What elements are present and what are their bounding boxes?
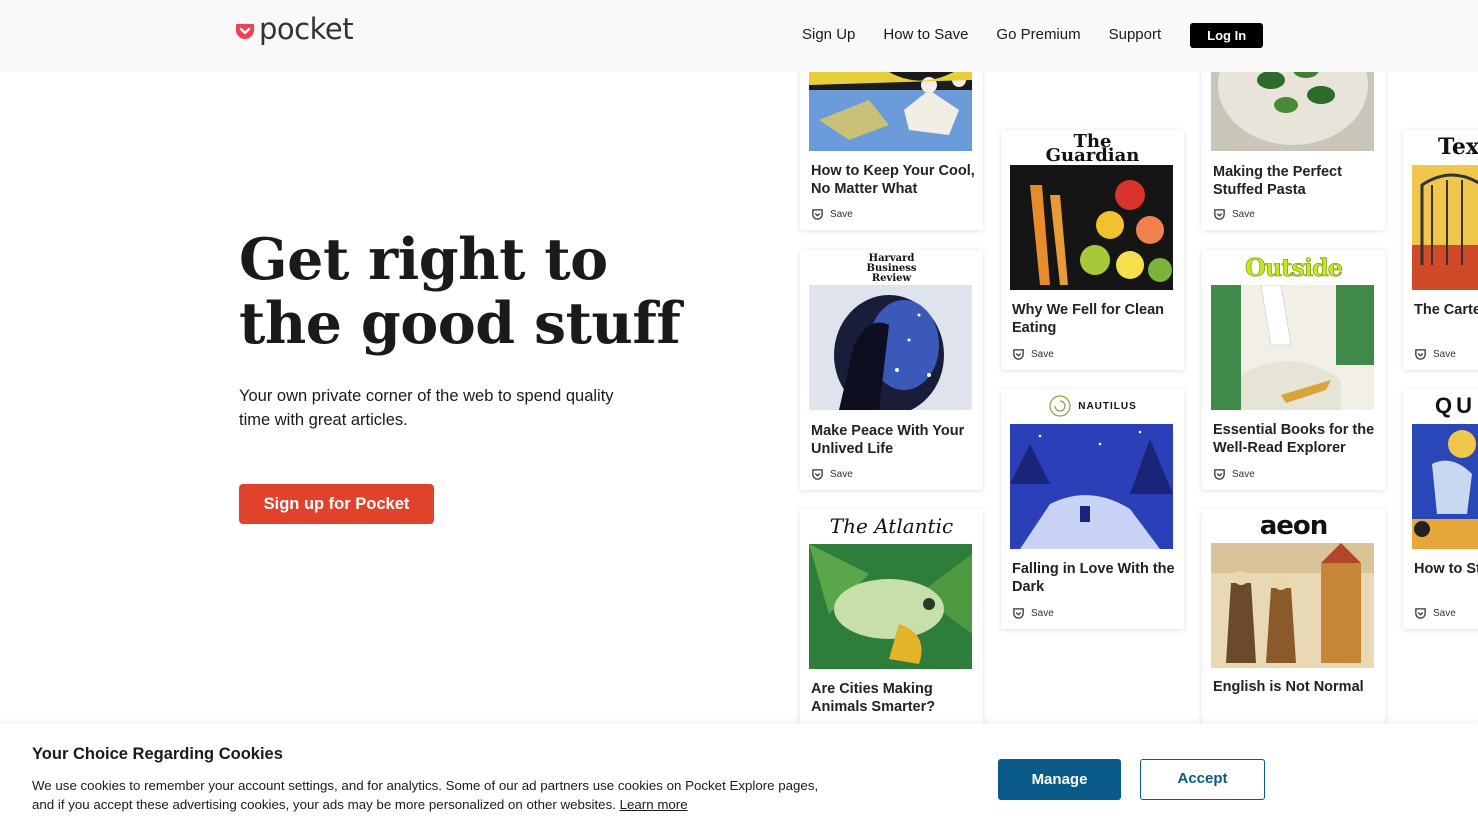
publication-name: NAUTILUS xyxy=(1078,400,1137,412)
article-card[interactable]: aeon English is Not Normal xyxy=(1202,509,1385,749)
pocket-save-icon xyxy=(812,209,823,220)
nav-support[interactable]: Support xyxy=(1109,22,1162,48)
publication-name: The Atlantic xyxy=(829,514,954,538)
publication-logo: NAUTILUS xyxy=(1001,389,1184,423)
pocket-logo[interactable]: pocket xyxy=(235,12,354,46)
article-image xyxy=(1211,285,1374,410)
main-nav: Sign Up How to Save Go Premium Support L… xyxy=(802,22,1264,48)
save-button[interactable]: Save xyxy=(1012,607,1054,620)
publication-name: Outside xyxy=(1244,252,1344,282)
article-image xyxy=(1010,424,1173,549)
cookie-banner: Your Choice Regarding Cookies We use coo… xyxy=(0,724,1478,837)
pocket-save-icon xyxy=(1415,349,1426,360)
article-image xyxy=(809,544,972,669)
cookie-text: We use cookies to remember your account … xyxy=(32,776,822,814)
log-in-button[interactable]: Log In xyxy=(1190,22,1264,48)
save-label: Save xyxy=(1433,608,1456,619)
article-image xyxy=(1412,424,1478,549)
article-card[interactable]: QU How to St Day Bette Save xyxy=(1403,389,1478,629)
article-title[interactable]: Essential Books for the Well-Read Explor… xyxy=(1213,421,1378,457)
publication-logo: Outside xyxy=(1202,250,1385,284)
article-title[interactable]: Falling in Love With the Dark xyxy=(1012,560,1177,596)
save-label: Save xyxy=(1433,349,1456,360)
pocket-save-icon xyxy=(1013,608,1024,619)
save-button[interactable]: Save xyxy=(1012,348,1054,361)
article-image xyxy=(1010,165,1173,290)
article-card-grid: How to Keep Your Cool, No Matter What Sa… xyxy=(0,0,1478,837)
site-header: pocket Sign Up How to Save Go Premium Su… xyxy=(0,0,1478,72)
article-title[interactable]: English is Not Normal xyxy=(1213,678,1378,696)
publication-name: Texas xyxy=(1438,134,1478,160)
publication-logo: The Guardian xyxy=(1001,130,1184,166)
publication-name: The Guardian xyxy=(1045,131,1140,166)
publication-logo: Harvard Business Review xyxy=(800,250,983,284)
pocket-save-icon xyxy=(812,469,823,480)
save-button[interactable]: Save xyxy=(811,208,853,221)
save-label: Save xyxy=(1031,608,1054,619)
pocket-save-icon xyxy=(1214,209,1225,220)
pocket-save-icon xyxy=(1415,608,1426,619)
manage-cookies-button[interactable]: Manage xyxy=(998,759,1121,800)
cookie-body: We use cookies to remember your account … xyxy=(32,778,819,812)
pocket-logo-icon xyxy=(236,24,254,39)
save-label: Save xyxy=(830,469,853,480)
save-button[interactable]: Save xyxy=(1414,348,1456,361)
article-title[interactable]: How to Keep Your Cool, No Matter What xyxy=(811,162,976,198)
save-label: Save xyxy=(1232,469,1255,480)
publication-logo: aeon xyxy=(1202,509,1385,543)
article-title[interactable]: Are Cities Making Animals Smarter? xyxy=(811,680,976,716)
article-card[interactable]: Texas The Carte Save xyxy=(1403,130,1478,370)
save-button[interactable]: Save xyxy=(1213,208,1255,221)
cookie-title: Your Choice Regarding Cookies xyxy=(32,745,283,763)
article-image xyxy=(809,285,972,410)
article-card[interactable]: The Atlantic Are Cities Making Animals S… xyxy=(800,509,983,749)
publication-name: Harvard Business Review xyxy=(866,253,917,284)
article-title[interactable]: The Carte xyxy=(1414,301,1478,319)
pocket-save-icon xyxy=(1214,469,1225,480)
article-card[interactable]: NAUTILUS Falling in Love With the Dark S… xyxy=(1001,389,1184,629)
nautilus-icon xyxy=(1049,395,1071,417)
publication-name: aeon xyxy=(1259,511,1329,541)
article-title[interactable]: Make Peace With Your Unlived Life xyxy=(811,422,976,458)
publication-logo: Texas xyxy=(1403,130,1478,164)
article-title[interactable]: Making the Perfect Stuffed Pasta xyxy=(1213,163,1378,199)
learn-more-link[interactable]: Learn more xyxy=(620,797,688,812)
pocket-save-icon xyxy=(1013,349,1024,360)
save-label: Save xyxy=(1031,349,1054,360)
save-button[interactable]: Save xyxy=(1414,607,1456,620)
accept-cookies-button[interactable]: Accept xyxy=(1140,759,1265,800)
article-image xyxy=(1211,543,1374,668)
nav-how-to-save[interactable]: How to Save xyxy=(883,22,968,48)
publication-name: QU xyxy=(1435,393,1476,418)
article-title[interactable]: Why We Fell for Clean Eating xyxy=(1012,301,1177,337)
save-label: Save xyxy=(1232,209,1255,220)
nav-sign-up[interactable]: Sign Up xyxy=(802,22,855,48)
save-button[interactable]: Save xyxy=(811,468,853,481)
save-label: Save xyxy=(830,209,853,220)
article-title[interactable]: How to St Day Bette xyxy=(1414,560,1478,578)
save-button[interactable]: Save xyxy=(1213,468,1255,481)
nav-go-premium[interactable]: Go Premium xyxy=(996,22,1080,48)
publication-logo: The Atlantic xyxy=(800,509,983,543)
article-card[interactable]: Harvard Business Review Make Peace With … xyxy=(800,250,983,490)
article-card[interactable]: The Guardian Why We Fell for Clean Eatin… xyxy=(1001,130,1184,370)
logo-wordmark: pocket xyxy=(259,12,354,46)
article-image xyxy=(1412,165,1478,290)
publication-logo: QU xyxy=(1403,389,1478,423)
article-card[interactable]: Outside Essential Books for the Well-Rea… xyxy=(1202,250,1385,490)
